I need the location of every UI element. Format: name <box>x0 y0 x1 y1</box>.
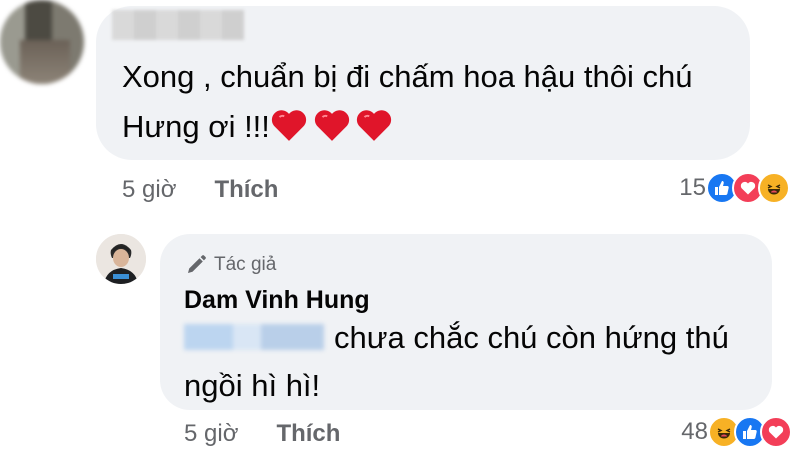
haha-icon <box>758 172 790 204</box>
commenter-name-blurred[interactable] <box>112 10 244 40</box>
comment-text-block: Xong , chuẩn bị đi chấm hoa hậu thôi chú… <box>122 52 722 158</box>
heart-emojis <box>270 107 392 158</box>
heart-emoji-icon <box>357 110 392 141</box>
author-badge-label: Tác giả <box>214 254 277 275</box>
love-icon <box>760 416 792 448</box>
comment-thread: Xong , chuẩn bị đi chấm hoa hậu thôi chú… <box>0 0 806 471</box>
author-avatar[interactable] <box>96 234 146 284</box>
reaction-count[interactable]: 48 <box>681 418 708 446</box>
author-name[interactable]: Dam Vinh Hung <box>184 286 370 315</box>
comment-meta: 5 giờ Thích <box>122 172 278 208</box>
reaction-count[interactable]: 15 <box>679 174 706 202</box>
author-badge: Tác giả <box>184 252 276 278</box>
person-avatar-icon <box>96 234 146 284</box>
like-button[interactable]: Thích <box>276 420 340 448</box>
comment-timestamp[interactable]: 5 giờ <box>122 176 176 204</box>
pencil-icon <box>188 255 206 273</box>
commenter-avatar-blurred[interactable] <box>0 0 84 84</box>
reply-meta: 5 giờ Thích <box>184 416 340 452</box>
comment-text: Xong , chuẩn bị đi chấm hoa hậu thôi chú… <box>122 59 693 144</box>
heart-emoji-icon <box>314 110 349 141</box>
reply-timestamp[interactable]: 5 giờ <box>184 420 238 448</box>
heart-emoji-icon <box>271 110 307 141</box>
reply-text: chưa chắc chú còn hứng thú ngồi hì hì! <box>184 320 729 403</box>
comment-reactions[interactable]: 15 <box>679 170 790 206</box>
like-button[interactable]: Thích <box>214 176 278 204</box>
reply-reactions[interactable]: 48 <box>681 414 792 450</box>
